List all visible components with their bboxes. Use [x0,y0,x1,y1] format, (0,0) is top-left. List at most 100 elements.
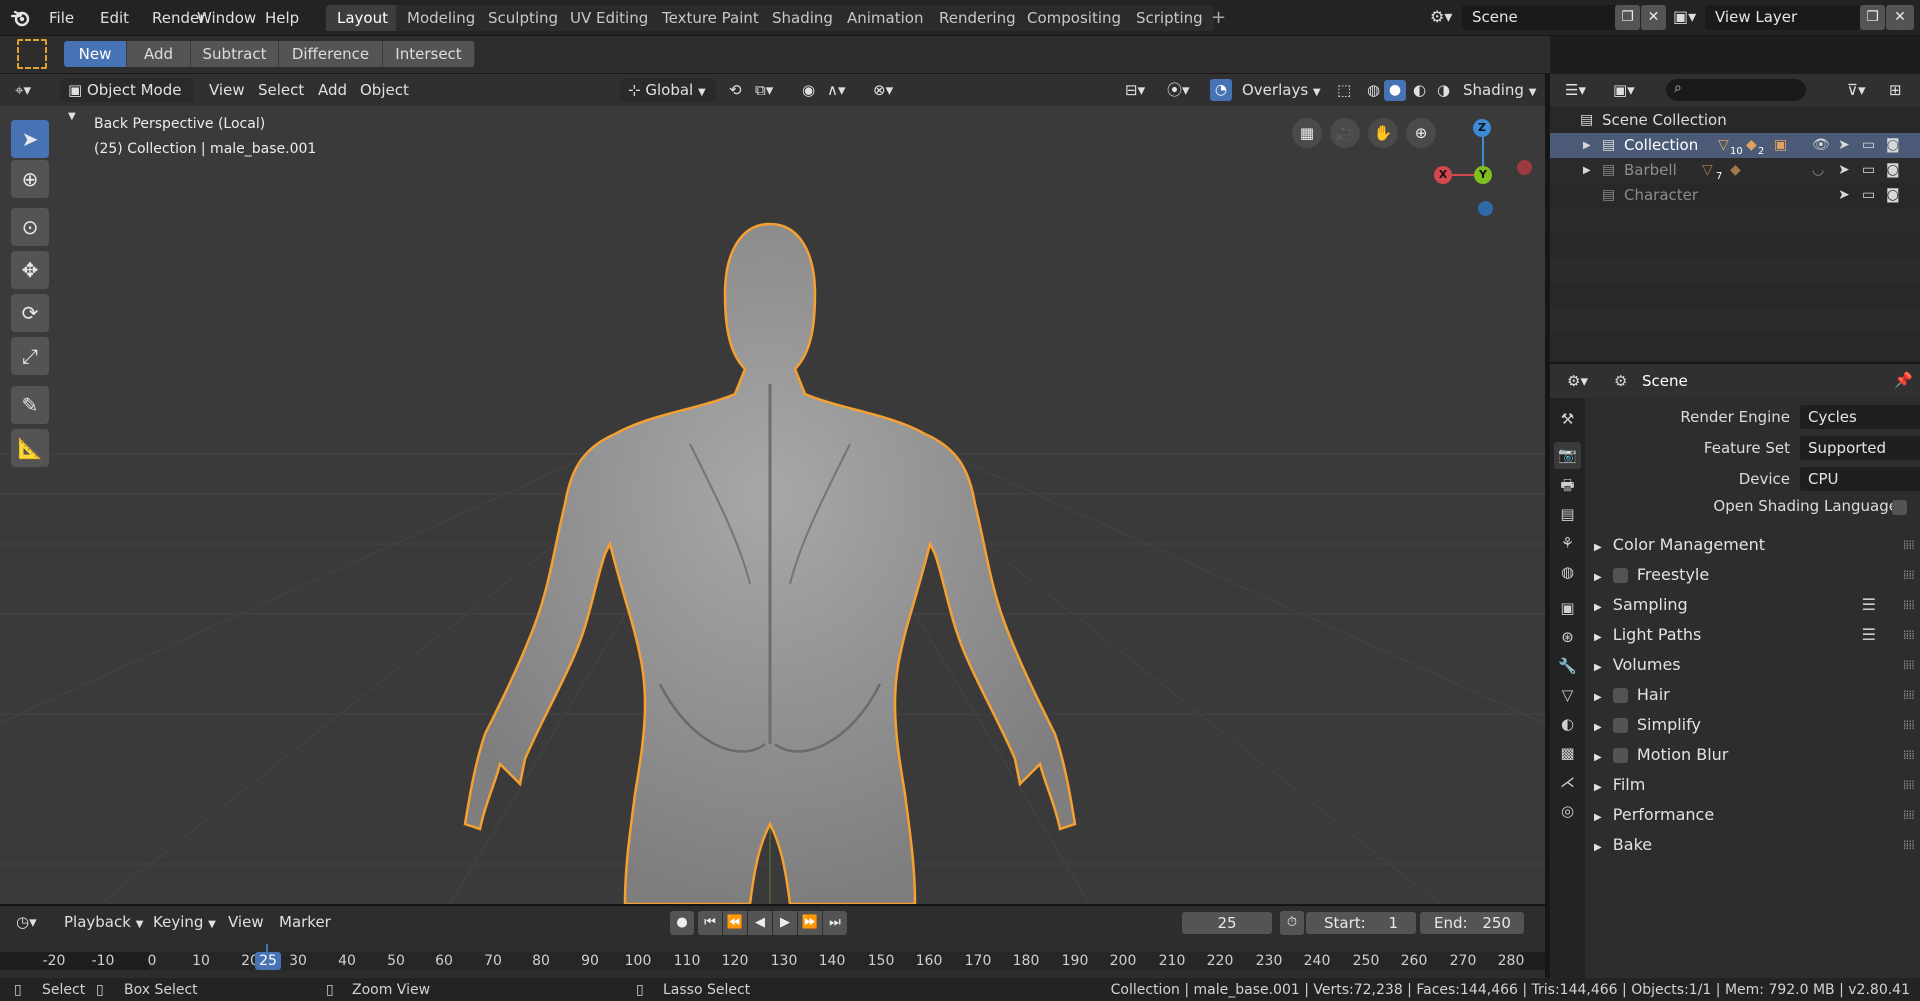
view-layer-tab-icon[interactable]: ▤ [1554,501,1581,528]
tab-uv-editing[interactable]: UV Editing [559,5,660,31]
timeline-menu-keying[interactable]: Keying ▼ [147,910,222,934]
overlays-toggle-icon[interactable]: ◔ [1210,79,1232,101]
tab-sculpting[interactable]: Sculpting [477,5,570,31]
mode-new-button[interactable]: New [64,41,127,67]
selectable-cursor-icon[interactable]: ➤ [1838,183,1850,208]
render-camera-icon[interactable]: ◙ [1886,183,1900,208]
menu-window[interactable]: Window [188,6,265,30]
eye-hidden-icon[interactable]: ◡ [1812,158,1824,183]
outliner-row-collection[interactable]: ▶ ▤ Collection ▽ 10 ◆ 2 ▣ 👁 ➤ ▭ ◙ [1550,133,1920,158]
drag-handle-icon[interactable]: ⁞⁞⁞⁞ [1903,651,1915,679]
pivot-point-icon[interactable]: ⟲ [722,78,749,102]
tab-modeling[interactable]: Modeling [396,5,487,31]
play-reverse-button[interactable]: ◀ [748,911,772,935]
outliner-row-scene-collection[interactable]: ▤ Scene Collection [1550,108,1920,133]
filter-icon[interactable]: ⊽▾ [1840,78,1873,102]
viewport-display-icon[interactable]: ▭ [1862,133,1875,158]
scene-name-field[interactable]: Scene [1462,5,1617,30]
play-button[interactable]: ▶ [773,911,797,935]
panel-freestyle[interactable]: ▶ Freestyle ⁞⁞⁞⁞ [1590,561,1916,589]
preview-range-icon[interactable]: ⏱ [1280,911,1304,935]
render-camera-icon[interactable]: ◙ [1886,133,1900,158]
disclosure-triangle-icon[interactable]: ▶ [1583,133,1591,158]
view-object-types-icon[interactable]: ⊟▾ [1118,78,1152,102]
gizmo-negative-x-axis[interactable] [1517,160,1532,175]
drag-handle-icon[interactable]: ⁞⁞⁞⁞ [1903,621,1915,649]
transform-tool[interactable]: ⊙ [11,208,49,246]
viewport-menu-select[interactable]: Select [251,78,311,102]
output-tab-icon[interactable]: 🖶 [1554,472,1581,499]
display-mode-icon[interactable]: ▣▾ [1606,78,1642,102]
world-tab-icon[interactable]: ◍ [1554,559,1581,586]
pan-view-hand-icon[interactable]: ✋ [1368,118,1398,148]
drag-handle-icon[interactable]: ⁞⁞⁞⁞ [1903,831,1915,859]
panel-performance[interactable]: ▶ Performance ⁞⁞⁞⁞ [1590,801,1916,829]
particles-tab-icon[interactable]: ⋌ [1554,769,1581,796]
hair-checkbox[interactable] [1612,688,1628,703]
panel-color-management[interactable]: ▶ Color Management ⁞⁞⁞⁞ [1590,531,1916,559]
modifiers-tab-icon[interactable]: 🔧 [1554,653,1581,680]
menu-file[interactable]: File [40,6,83,30]
solid-shading-icon[interactable]: ● [1384,80,1406,101]
gizmo-toggle-icon[interactable]: ⦿▾ [1160,78,1197,102]
tab-rendering[interactable]: Rendering [928,5,1027,31]
mode-intersect-button[interactable]: Intersect [383,41,475,67]
outliner-editor-type-icon[interactable]: ☰▾ [1558,78,1593,102]
jump-start-button[interactable]: ⏮ [698,911,722,935]
end-frame-field[interactable]: End: 250 [1420,912,1524,934]
outliner-row-barbell[interactable]: ▶ ▤ Barbell ▽ 7 ◆ ◡ ➤ ▭ ◙ [1550,158,1920,183]
scene-tab-icon[interactable]: ⚘ [1554,530,1581,557]
new-collection-icon[interactable]: ⊞ [1882,78,1909,102]
gizmo-z-axis[interactable]: Z [1473,119,1491,137]
device-dropdown[interactable]: CPU ⌄ [1800,467,1920,491]
copy-view-layer-icon[interactable]: ❐ [1860,5,1885,30]
selectable-cursor-icon[interactable]: ➤ [1838,133,1850,158]
pin-icon[interactable]: 📌 [1894,371,1913,389]
timeline-menu-view[interactable]: View [222,910,270,934]
panel-bake[interactable]: ▶ Bake ⁞⁞⁞⁞ [1590,831,1916,859]
drag-handle-icon[interactable]: ⁞⁞⁞⁞ [1903,711,1915,739]
menu-help[interactable]: Help [256,6,308,30]
view-layer-field[interactable]: View Layer [1705,5,1860,30]
render-camera-icon[interactable]: ◙ [1886,158,1900,183]
material-tab-icon[interactable]: ◐ [1554,711,1581,738]
panel-volumes[interactable]: ▶ Volumes ⁞⁞⁞⁞ [1590,651,1916,679]
editor-type-icon[interactable]: ⌖▾ [8,78,38,102]
tool-tab-icon[interactable]: ⚒ [1554,406,1581,433]
panel-hair[interactable]: ▶ Hair ⁞⁞⁞⁞ [1590,681,1916,709]
timeline-menu-playback[interactable]: Playback ▼ [58,910,149,934]
feature-set-dropdown[interactable]: Supported ⌄ [1800,436,1920,460]
toggle-perspective-icon[interactable]: ▦ [1292,118,1322,148]
close-scene-icon[interactable]: ✕ [1641,5,1666,30]
disclosure-triangle-icon[interactable]: ▶ [1583,158,1591,183]
current-frame-field[interactable]: 25 [1182,912,1272,934]
select-box-tool[interactable]: ➤ [11,120,49,158]
viewport-display-icon[interactable]: ▭ [1862,158,1875,183]
viewport-menu-object[interactable]: Object [353,78,416,102]
gizmo-y-axis[interactable]: Y [1474,166,1492,184]
close-view-layer-icon[interactable]: ✕ [1886,5,1914,30]
measure-tool[interactable]: 📐 [11,429,49,467]
outliner-search-input[interactable]: ⌕ [1666,79,1806,101]
properties-editor-type-icon[interactable]: ⚙▾ [1560,369,1595,393]
proportional-falloff-icon[interactable]: ∧▾ [820,78,853,102]
panel-light-paths[interactable]: ▶ Light Paths ☰ ⁞⁞⁞⁞ [1590,621,1916,649]
motion-blur-checkbox[interactable] [1612,748,1628,763]
object-mode-dropdown[interactable]: ▣ Object Mode ▼ [60,78,194,122]
add-workspace-button[interactable]: + [1202,6,1235,30]
panel-motion-blur[interactable]: ▶ Motion Blur ⁞⁞⁞⁞ [1590,741,1916,769]
view-layer-icon[interactable]: ▣▾ [1673,7,1703,29]
panel-film[interactable]: ▶ Film ⁞⁞⁞⁞ [1590,771,1916,799]
3d-viewport[interactable]: ⌖▾ ▣ Object Mode ▼ View Select Add Objec… [0,74,1545,904]
drag-handle-icon[interactable]: ⁞⁞⁞⁞ [1903,681,1915,709]
viewport-menu-view[interactable]: View [202,78,252,102]
object-types-icon[interactable]: ⊗▾ [866,78,900,102]
render-tab-icon[interactable]: 📷 [1554,442,1581,469]
drag-handle-icon[interactable]: ⁞⁞⁞⁞ [1903,771,1915,799]
viewport-menu-add[interactable]: Add [311,78,354,102]
character-mesh[interactable] [440,144,1100,904]
tab-shading[interactable]: Shading [761,5,844,31]
scale-tool[interactable]: ⤢ [11,337,49,375]
xray-toggle-icon[interactable]: ⬚ [1330,78,1358,102]
shading-dropdown[interactable]: Shading ▼ [1456,78,1543,102]
